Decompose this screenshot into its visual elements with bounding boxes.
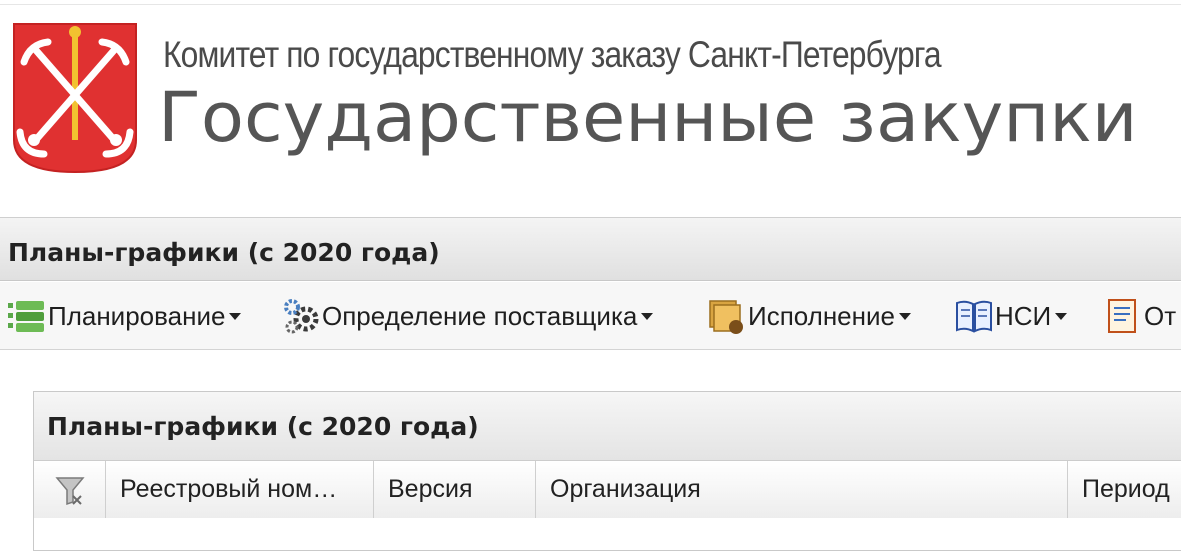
grid-title: Планы-графики (с 2020 года) — [47, 412, 479, 441]
column-registry-number-label: Реестровый ном… — [120, 475, 338, 503]
chevron-down-icon — [1055, 312, 1068, 320]
column-organization[interactable]: Организация — [536, 461, 1068, 518]
top-border — [0, 4, 1181, 5]
report-icon — [1108, 299, 1136, 333]
schedule-grid-panel: Планы-графики (с 2020 года) Реестровый н… — [33, 391, 1181, 551]
grid-header: Планы-графики (с 2020 года) — [34, 392, 1181, 461]
menu-execution[interactable]: Исполнение — [708, 296, 911, 336]
column-organization-label: Организация — [550, 475, 701, 503]
book-icon — [956, 300, 992, 333]
menu-nsi[interactable]: НСИ — [955, 296, 1068, 336]
execution-icon — [709, 300, 743, 334]
grid-column-headers: Реестровый ном… Версия Организация Перио… — [34, 461, 1181, 518]
column-period[interactable]: Период — [1068, 461, 1181, 518]
site-title: Государственные закупки — [158, 78, 1138, 158]
column-version[interactable]: Версия — [374, 461, 536, 518]
column-period-label: Период — [1082, 475, 1170, 503]
column-version-label: Версия — [388, 475, 473, 503]
menu-supplier[interactable]: Определение поставщика — [282, 296, 654, 336]
column-registry-number[interactable]: Реестровый ном… — [106, 461, 374, 518]
menu-planning-label: Планирование — [48, 300, 226, 331]
menu-reports-label: От — [1144, 300, 1177, 331]
org-name: Комитет по государственному заказу Санкт… — [163, 34, 942, 75]
chevron-down-icon — [641, 312, 654, 320]
filter-icon — [54, 476, 85, 505]
menu-reports[interactable]: От — [1104, 296, 1176, 336]
main-menu: Планирование Определение поставщика Испо… — [0, 282, 1181, 350]
section-title-bar: Планы-графики (с 2020 года) — [0, 217, 1181, 281]
chevron-down-icon — [229, 312, 242, 320]
coat-of-arms-emblem — [13, 23, 137, 174]
planning-icon — [8, 301, 44, 332]
chevron-down-icon — [899, 312, 911, 320]
menu-nsi-label: НСИ — [995, 300, 1052, 331]
grid-filter-button[interactable] — [34, 461, 106, 518]
menu-planning[interactable]: Планирование — [8, 296, 242, 336]
gears-icon — [284, 299, 319, 334]
section-title: Планы-графики (с 2020 года) — [8, 238, 440, 267]
menu-supplier-label: Определение поставщика — [322, 300, 638, 331]
menu-execution-label: Исполнение — [748, 300, 895, 331]
